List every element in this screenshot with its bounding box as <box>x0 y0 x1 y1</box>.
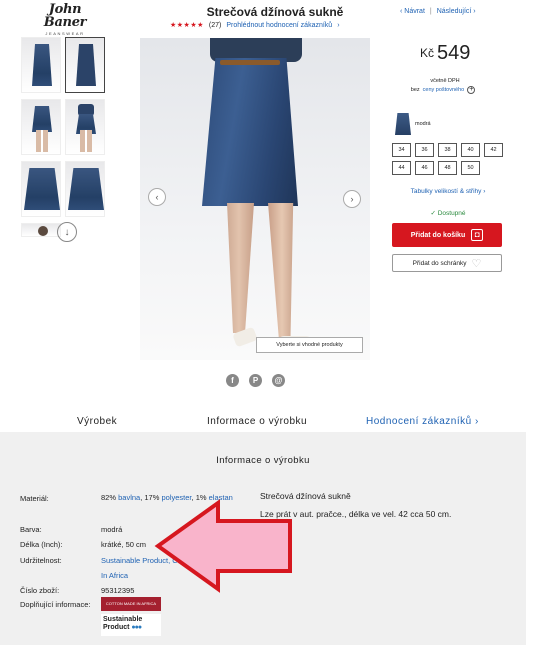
plus-circle-icon[interactable]: + <box>467 86 476 94</box>
brand-subline: JEANSWEAR <box>45 31 85 36</box>
size-option[interactable]: 50 <box>461 161 480 175</box>
item-number-value: 95312395 <box>101 586 135 595</box>
color-swatch[interactable] <box>395 113 411 135</box>
price: Kč 549 <box>420 42 470 65</box>
cotton-made-in-africa-badge: COTTON MADE IN AFRICA <box>101 597 161 611</box>
thumbnail-4[interactable] <box>65 99 105 155</box>
label-sustainability: Udržitelnost: <box>20 556 62 565</box>
sustainability-link-cont[interactable]: In Africa <box>101 571 128 580</box>
image-next-chevron-icon[interactable]: › <box>343 190 361 208</box>
reviews-link[interactable]: Prohlédnout hodnocení zákazníků <box>226 22 332 29</box>
tab-chevron-icon[interactable]: › <box>475 416 478 427</box>
image-prev-chevron-icon[interactable]: ‹ <box>148 188 166 206</box>
badge-dots-icon: ●●● <box>131 624 142 631</box>
product-tabs: Výrobek Informace o výrobku Hodnocení zá… <box>0 412 544 432</box>
shipping-prefix: bez <box>410 87 420 93</box>
vat-note: včetně DPH <box>430 78 460 84</box>
thumbnails-more-down-icon[interactable]: ↓ <box>57 222 77 242</box>
thumbnail-6[interactable] <box>65 161 105 217</box>
review-count: (27) <box>208 21 222 29</box>
thumbnail-3[interactable] <box>21 99 61 155</box>
badge-product-word: Product <box>103 624 130 631</box>
size-option[interactable]: 48 <box>438 161 457 175</box>
label-color: Barva: <box>20 525 42 534</box>
add-to-cart-button[interactable]: Přidat do košíku ◘ <box>392 223 502 247</box>
color-name: modrá <box>415 121 431 127</box>
size-option[interactable]: 46 <box>415 161 434 175</box>
color-value: modrá <box>101 525 123 534</box>
label-material: Materiál: <box>20 494 49 503</box>
length-value: krátké, 50 cm <box>101 540 147 549</box>
stock-status: ✓ Dostupné <box>430 210 466 217</box>
shipping-note: bez ceny poštovného + <box>388 86 498 94</box>
thumbnail-1[interactable] <box>21 37 61 93</box>
size-option[interactable]: 44 <box>392 161 411 175</box>
brand-logo[interactable]: John Baner JEANSWEAR <box>30 3 100 36</box>
shipping-cost-link[interactable]: ceny poštovného <box>423 87 465 93</box>
next-link[interactable]: Následující › <box>437 8 476 15</box>
size-tables-chevron-icon: › <box>483 188 486 195</box>
pinterest-icon[interactable]: P <box>249 374 262 387</box>
price-value: 549 <box>437 42 471 64</box>
size-option[interactable]: 34 <box>392 143 411 157</box>
add-to-wishlist-button[interactable]: Přidat do schránky ♡ <box>392 254 502 272</box>
back-link[interactable]: ‹ Návrat <box>400 8 425 15</box>
nav-separator: | <box>429 8 432 15</box>
facebook-icon[interactable]: f <box>226 374 239 387</box>
badge-sustainable-word: Sustainable <box>103 616 143 623</box>
annotation-arrow-icon <box>154 499 292 593</box>
heart-icon: ♡ <box>471 257 482 270</box>
similar-products-button[interactable]: Vyberte si vhodné produkty <box>256 337 363 353</box>
tab-customer-reviews[interactable]: Hodnocení zákazníků <box>366 416 472 427</box>
size-tables-label: Tabulky velikostí & střihy <box>410 188 482 195</box>
cotton-link[interactable]: bavlna <box>118 493 140 502</box>
product-title: Strečová džínová sukně <box>206 5 344 19</box>
share-icons: f P @ <box>226 374 285 387</box>
material-percent-cotton: 82% <box>101 493 117 502</box>
size-selector: 34 36 38 40 42 44 46 48 50 <box>392 143 504 175</box>
rating-stars-icon: ★★★★★ <box>170 22 204 29</box>
reviews-link-chevron-icon: › <box>337 21 340 29</box>
label-additional-info: Doplňující informace: <box>20 600 91 609</box>
tab-product[interactable]: Výrobek <box>77 416 117 427</box>
top-navigation: ‹ Návrat | Následující › <box>400 8 476 15</box>
rating-row: ★★★★★ (27) Prohlédnout hodnocení zákazní… <box>170 21 340 30</box>
size-tables-link[interactable]: Tabulky velikostí & střihy › <box>392 188 504 195</box>
thumbnail-5[interactable] <box>21 161 61 217</box>
sustainable-product-badge: Sustainable Product ●●● <box>101 614 161 636</box>
size-option[interactable]: 36 <box>415 143 434 157</box>
thumbnail-7[interactable] <box>21 223 61 237</box>
label-length: Délka (Inch): <box>20 540 63 549</box>
brand-name: John Baner <box>43 2 87 30</box>
shopping-bag-icon: ◘ <box>471 229 484 241</box>
product-info-title: Informace o výrobku <box>216 455 310 466</box>
tab-product-info[interactable]: Informace o výrobku <box>207 416 307 427</box>
main-product-image[interactable] <box>140 38 370 360</box>
add-to-cart-label: Přidat do košíku <box>410 231 466 239</box>
price-currency: Kč <box>420 46 435 60</box>
size-option[interactable]: 40 <box>461 143 480 157</box>
email-icon[interactable]: @ <box>272 374 285 387</box>
thumbnail-2-selected[interactable] <box>65 37 105 93</box>
label-item-number: Číslo zboží: <box>20 586 60 595</box>
size-option[interactable]: 38 <box>438 143 457 157</box>
size-option[interactable]: 42 <box>484 143 503 157</box>
add-to-wishlist-label: Přidat do schránky <box>412 259 467 267</box>
